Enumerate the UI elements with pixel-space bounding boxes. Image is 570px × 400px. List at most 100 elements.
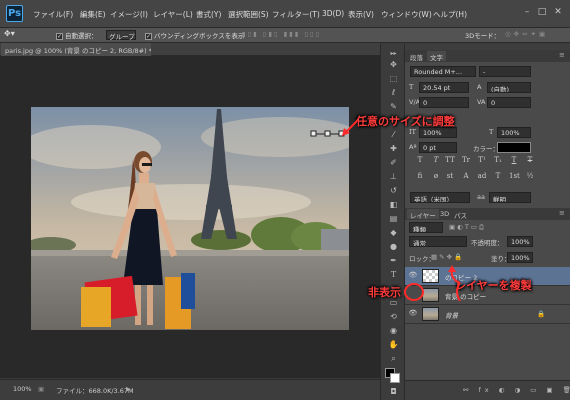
hand-tool-icon[interactable]: ✋ — [385, 338, 402, 351]
subscript-button[interactable]: T₁ — [493, 156, 503, 166]
auto-select-dropdown[interactable]: グループ — [106, 30, 136, 41]
font-family-field[interactable]: Rounded M+... — [410, 66, 476, 77]
blend-mode-dropdown[interactable]: 通常 — [409, 236, 467, 247]
dodge-tool-icon[interactable]: ● — [385, 240, 402, 253]
tab-character[interactable]: 文字 — [427, 51, 446, 62]
fill-field[interactable]: 100% — [507, 252, 533, 263]
3d-mode-icons[interactable]: ◎✥⇔✦▣ — [505, 30, 548, 38]
tab-3d[interactable]: 3D — [437, 209, 452, 219]
menu-bar: Ps ファイル(F) 編集(E) イメージ(I) レイヤー(L) 書式(Y) 選… — [0, 0, 570, 28]
tab-layers[interactable]: レイヤー — [407, 209, 439, 220]
font-size-field[interactable]: 20.54 pt — [419, 82, 469, 93]
annotation-duplicate: レイヤーを複製 — [455, 279, 532, 292]
underline-button[interactable]: T — [509, 156, 519, 166]
hscale-icon: T — [489, 128, 494, 136]
swash-button[interactable]: A — [461, 172, 471, 182]
status-arrow-icon[interactable]: ▶ — [126, 385, 131, 393]
alternates-button[interactable]: ad — [477, 172, 487, 182]
annotation-arrow-resize — [342, 120, 358, 136]
menu-help[interactable]: ヘルプ(H) — [433, 9, 467, 20]
antialias-dropdown[interactable]: 鮮明 — [489, 192, 531, 203]
clone-stamp-icon[interactable]: ⊥ — [385, 170, 402, 183]
eyedropper-icon[interactable]: ⁄ — [385, 128, 402, 141]
brush-tool-icon[interactable]: ✐ — [385, 156, 402, 169]
type-tool-icon[interactable]: T — [385, 268, 402, 281]
filter-kind-dropdown[interactable]: 種類 — [409, 222, 443, 233]
stylistic-button[interactable]: st — [445, 172, 455, 182]
show-bbox-checkbox[interactable]: ✓ バウンディングボックスを表示 — [145, 30, 244, 40]
minimize-button[interactable]: – — [521, 7, 533, 18]
panel-menu-icon[interactable]: ≡ — [559, 51, 565, 59]
close-window-button[interactable]: ✕ — [552, 7, 564, 18]
all-caps-button[interactable]: TT — [445, 156, 455, 166]
healing-brush-icon[interactable]: ✚ — [385, 142, 402, 155]
quick-select-icon[interactable]: ✎ — [385, 100, 402, 113]
menu-file[interactable]: ファイル(F) — [33, 9, 73, 20]
language-dropdown[interactable]: 英語（米国） — [410, 192, 470, 203]
titling-button[interactable]: T — [493, 172, 503, 182]
color-label: カラー： — [473, 145, 499, 153]
opacity-field[interactable]: 100% — [507, 236, 533, 247]
layer-name[interactable]: 背景 — [445, 310, 458, 320]
document-tab[interactable]: paris.jpg @ 100% (背景 のコピー 2, RGB/8#) * × — [1, 43, 151, 56]
leading-field[interactable]: (自動) — [487, 82, 531, 93]
superscript-button[interactable]: T¹ — [477, 156, 487, 166]
history-brush-icon[interactable]: ↺ — [385, 184, 402, 197]
zoom-level[interactable]: 100% — [13, 385, 32, 393]
align-icons[interactable]: ▮▯▮ ▯▮▯ ▮▮▮ ▯▯▯ — [242, 30, 321, 38]
opacity-label: 不透明度： — [471, 239, 504, 247]
font-style-field[interactable]: - — [479, 66, 531, 77]
menu-view[interactable]: 表示(V) — [348, 9, 374, 20]
background-color-swatch[interactable] — [390, 373, 400, 383]
checkmark-icon: ✓ — [145, 32, 152, 40]
menu-select[interactable]: 選択範囲(S) — [228, 9, 269, 20]
pen-tool-icon[interactable]: ✒ — [385, 254, 402, 267]
eye-visible-icon[interactable]: 👁 — [408, 309, 418, 319]
horizontal-scale-field[interactable]: 100% — [497, 127, 531, 138]
small-caps-button[interactable]: Tr — [461, 156, 471, 166]
photoshop-logo-icon: Ps — [6, 5, 23, 22]
lasso-tool-icon[interactable]: ℓ — [385, 86, 402, 99]
gradient-tool-icon[interactable]: ▤ — [385, 212, 402, 225]
lock-icons[interactable]: ▦✎✥🔒 — [431, 253, 464, 261]
ligature-button[interactable]: fi — [415, 172, 425, 182]
menu-filter[interactable]: フィルター(T) — [272, 9, 320, 20]
ordinals-button[interactable]: 1st — [509, 172, 520, 182]
marquee-tool-icon[interactable]: ⬚ — [385, 72, 402, 85]
layer-row-background[interactable]: 👁 背景 🔒 — [405, 305, 570, 324]
strikethrough-button[interactable]: T — [525, 156, 535, 166]
tab-paths[interactable]: パス — [451, 209, 470, 220]
document-photo[interactable] — [31, 107, 349, 330]
move-tool-preset-icon[interactable]: ✥▾ — [4, 29, 15, 38]
menu-window[interactable]: ウィンドウ(W) — [381, 9, 432, 20]
annotation-hide-circle — [404, 283, 424, 301]
3d-rotate-icon[interactable]: ⟲ — [385, 310, 402, 323]
menu-layer[interactable]: レイヤー(L) — [153, 9, 193, 20]
menu-3d[interactable]: 3D(D) — [322, 9, 344, 18]
old-style-button[interactable]: ø — [431, 172, 441, 182]
menu-image[interactable]: イメージ(I) — [110, 9, 148, 20]
tab-paragraph[interactable]: 段落 — [407, 51, 426, 62]
3d-camera-icon[interactable]: ◉ — [385, 324, 402, 337]
tracking-field[interactable]: 0 — [487, 97, 531, 108]
faux-italic-button[interactable]: T — [431, 156, 441, 166]
menu-type[interactable]: 書式(Y) — [196, 9, 221, 20]
blur-tool-icon[interactable]: ◆ — [385, 226, 402, 239]
text-color-swatch[interactable] — [497, 142, 531, 153]
maximize-button[interactable]: □ — [536, 7, 548, 18]
move-tool-icon[interactable]: ✥ — [385, 58, 402, 71]
layer-footer-icons[interactable]: ⚯ fx ◐ ◑ ▭ ▣ 🗑 — [463, 386, 570, 394]
leading-icon: A — [477, 83, 482, 91]
auto-select-checkbox[interactable]: ✓ 自動選択： — [56, 30, 98, 40]
annotation-bracket — [456, 282, 461, 302]
eraser-tool-icon[interactable]: ◧ — [385, 198, 402, 211]
fractions-button[interactable]: ½ — [525, 172, 535, 182]
layers-menu-icon[interactable]: ≡ — [559, 209, 565, 217]
menu-edit[interactable]: 編集(E) — [80, 9, 106, 20]
quick-mask-icon[interactable]: ◘ — [385, 385, 402, 398]
zoom-tool-icon[interactable]: ⌕ — [385, 352, 402, 365]
filter-icons[interactable]: ▣◐T▭⎙ — [449, 223, 486, 232]
kerning-field[interactable]: 0 — [419, 97, 469, 108]
baseline-field[interactable]: 0 pt — [419, 142, 457, 153]
faux-bold-button[interactable]: T — [415, 156, 425, 166]
